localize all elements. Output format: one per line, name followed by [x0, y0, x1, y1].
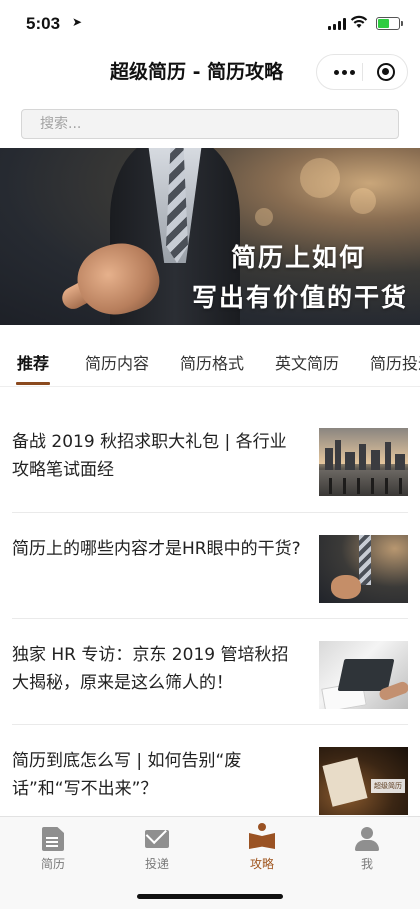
person-icon: [355, 827, 379, 851]
thumb-water: [319, 470, 408, 496]
thumb-pier-post: [357, 478, 360, 494]
tabbar-item-guide[interactable]: 攻略: [227, 823, 297, 871]
banner-headline-line2: 写出有价值的干货: [191, 283, 408, 312]
banner-bokeh: [255, 208, 273, 226]
tab-english-resume[interactable]: 英文简历: [275, 350, 339, 374]
tabbar-label: 投递: [144, 857, 169, 871]
article-title: 独家 HR 专访：京东 2019 管培秋招大揭秘，原来是这么筛人的！: [12, 645, 289, 693]
article-divider: [12, 618, 408, 619]
bottom-tab-bar: 简历 投递 攻略 我: [0, 816, 420, 909]
tabbar-label: 我: [360, 857, 373, 871]
thumb-building: [395, 454, 405, 470]
battery-icon: [376, 17, 403, 30]
thumb-pier-post: [343, 478, 346, 494]
more-dots-icon[interactable]: [327, 55, 361, 89]
thumb-pier-post: [385, 478, 388, 494]
article-item[interactable]: 简历上的哪些内容才是HR眼中的干货?: [12, 535, 408, 641]
thumb-building: [371, 450, 380, 470]
tab-resume-delivery[interactable]: 简历投递: [370, 350, 420, 374]
thumb-pier-post: [329, 478, 332, 494]
thumb-building: [385, 442, 391, 470]
tab-recommended[interactable]: 推荐: [17, 350, 49, 374]
thumb-pier-post: [399, 478, 402, 494]
miniprogram-capsule: [316, 54, 408, 90]
thumb-hand: [331, 575, 361, 599]
miniprogram-close-icon[interactable]: [377, 63, 395, 81]
thumb-building: [335, 440, 341, 470]
tabbar-label: 简历: [40, 857, 65, 871]
home-indicator[interactable]: [137, 894, 283, 899]
mail-icon: [145, 830, 169, 848]
thumb-brand-logo: 超级简历: [371, 779, 405, 793]
hero-banner[interactable]: 简历上如何 写出有价值的干货: [0, 148, 420, 325]
article-divider: [12, 724, 408, 725]
article-title: 简历上的哪些内容才是HR眼中的干货?: [12, 539, 301, 559]
document-icon: [42, 827, 64, 851]
banner-bokeh: [300, 158, 340, 198]
city-skyline-thumbnail: [319, 428, 408, 496]
resume-brand-thumbnail: 超级简历: [319, 747, 408, 815]
article-title: 简历到底怎么写 | 如何告别“废话”和“写不出来”？: [12, 751, 242, 799]
tab-resume-content[interactable]: 简历内容: [85, 350, 149, 374]
thumb-building: [359, 444, 366, 470]
location-arrow-icon: ➤: [72, 15, 83, 29]
nav-bar: 超级简历 - 简历攻略: [0, 48, 420, 96]
article-title: 备战 2019 秋招求职大礼包 | 各行业攻略笔试面经: [12, 432, 287, 480]
thumb-sheet: [322, 757, 368, 807]
banner-bokeh: [350, 188, 376, 214]
status-bar: 5:03 ➤: [0, 0, 420, 48]
thumb-tie: [359, 535, 371, 585]
tabbar-item-resume[interactable]: 简历: [18, 823, 88, 871]
tab-resume-format[interactable]: 简历格式: [180, 350, 244, 374]
businessman-pointing-thumbnail: [319, 535, 408, 603]
tabbar-item-deliver[interactable]: 投递: [122, 823, 192, 871]
cellular-signal-icon: [328, 18, 346, 30]
banner-headline-line1: 简历上如何: [230, 243, 366, 272]
search-input[interactable]: [22, 110, 398, 138]
article-divider: [12, 512, 408, 513]
book-icon: [249, 833, 275, 849]
active-tab-indicator: [16, 382, 50, 385]
thumb-pier-post: [371, 478, 374, 494]
capsule-divider: [362, 63, 363, 81]
status-time: 5:03: [26, 14, 61, 33]
article-item[interactable]: 备战 2019 秋招求职大礼包 | 各行业攻略笔试面经: [12, 428, 408, 534]
search-bar: [21, 109, 399, 139]
article-item[interactable]: 独家 HR 专访：京东 2019 管培秋招大揭秘，原来是这么筛人的！: [12, 641, 408, 747]
office-desk-thumbnail: [319, 641, 408, 709]
tabbar-item-me[interactable]: 我: [332, 823, 402, 871]
book-icon-dot: [258, 823, 266, 831]
thumb-laptop: [337, 659, 395, 691]
wifi-icon: [350, 15, 368, 28]
page-title: 超级简历 - 简历攻略: [110, 61, 284, 83]
thumb-building: [345, 452, 355, 470]
thumb-building: [325, 448, 333, 470]
category-tabs: 推荐 简历内容 简历格式 英文简历 简历投递: [0, 334, 420, 387]
tabbar-label: 攻略: [249, 857, 274, 871]
